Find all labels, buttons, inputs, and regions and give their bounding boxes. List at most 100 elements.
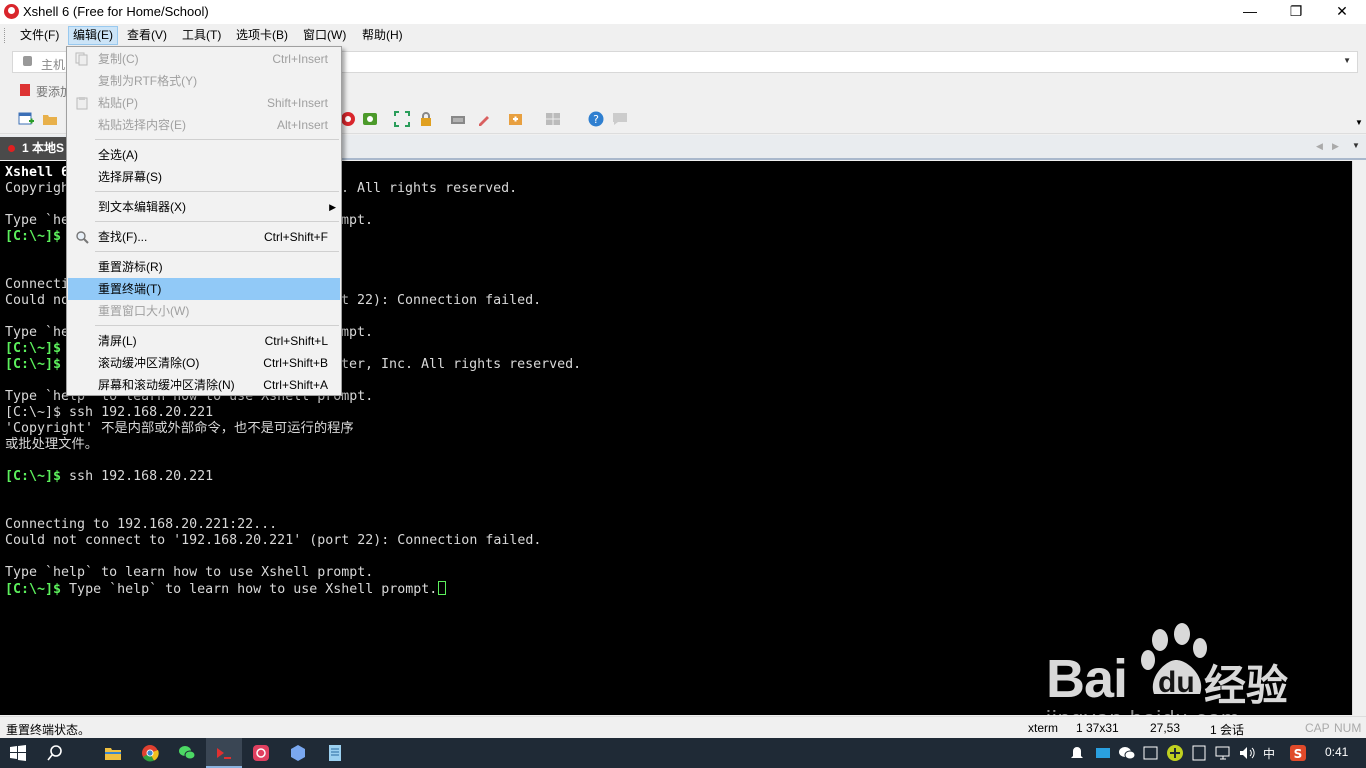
status-message: 重置终端状态。 [6,723,91,737]
terminal-cursor [438,581,447,595]
close-button[interactable]: ✕ [1319,0,1365,24]
menu-item-clear-screen[interactable]: 清屏(L) Ctrl+Shift+L [68,330,340,352]
menu-tools[interactable]: 工具(T) [178,26,225,45]
lock-session-icon[interactable] [418,111,434,127]
tray-device-icon[interactable] [1190,744,1208,762]
status-size: 1 37x31 [1076,721,1119,735]
terminal-scrollbar[interactable] [1352,161,1366,715]
status-position: 27,53 [1150,721,1181,735]
terminal-line: 或批处理文件。 [5,437,99,452]
status-caps: CAP [1305,721,1330,735]
tray-window-icon[interactable] [1142,744,1160,762]
windows-start-icon[interactable] [9,744,27,762]
notepad-icon[interactable] [326,744,344,762]
menu-view[interactable]: 查看(V) [123,26,171,45]
terminal-line: mpt. [341,213,374,228]
menu-item-select-all[interactable]: 全选(A) [68,144,340,166]
terminal-line: Connecting to 192.168.20.221:22... [5,517,278,532]
menu-edit[interactable]: 编辑(E) [68,26,118,45]
maximize-button[interactable]: ❐ [1273,0,1319,24]
fullscreen-icon[interactable] [394,111,410,127]
app-icon[interactable] [289,744,307,762]
menu-item-label: 滚动缓冲区清除(O) [98,356,200,370]
tray-wechat-icon[interactable] [1118,744,1136,762]
toolbar-overflow-icon[interactable]: ▼ [1355,118,1363,127]
menu-item-reset-cursor[interactable]: 重置游标(R) [68,256,340,278]
xftp-icon[interactable] [340,111,356,127]
tab-prev-icon[interactable]: ◀ [1316,141,1323,152]
paste-icon [76,97,88,110]
xftp-taskbar-icon[interactable] [252,744,270,762]
title-bar: Xshell 6 (Free for Home/School) — ❐ ✕ [0,0,1366,24]
keyboard-icon[interactable] [450,111,466,127]
terminal-line: [C:\~]$ [5,229,61,245]
menu-item-shortcut: Ctrl+Shift+A [263,378,328,392]
menu-item-clear-screen-and-scrollback[interactable]: 屏幕和滚动缓冲区清除(N) Ctrl+Shift+A [68,374,340,396]
terminal-line: Type `he [5,325,70,340]
notification-bell-icon[interactable] [1070,744,1084,762]
menu-item-reset-terminal[interactable]: 重置终端(T) [68,278,340,300]
help-icon[interactable]: ? [588,111,604,127]
menu-help[interactable]: 帮助(H) [358,26,407,45]
terminal-prompt: [C:\~]$ [5,341,62,356]
menu-item-select-screen[interactable]: 选择屏幕(S) [68,166,340,188]
find-icon [76,231,89,244]
transfer-icon[interactable] [508,111,524,127]
menu-item-shortcut: Ctrl+Shift+F [263,230,328,244]
taskbar-clock: 0:41 [1325,745,1349,759]
menu-bar: 文件(F) 编辑(E) 查看(V) 工具(T) 选项卡(B) 窗口(W) 帮助(… [0,24,1366,47]
network-icon[interactable] [1214,744,1232,762]
menu-item-copy[interactable]: 复制(C) Ctrl+Insert [68,48,340,70]
chrome-icon[interactable] [141,744,159,762]
tab-next-icon[interactable]: ▶ [1332,141,1339,152]
menu-item-label: 选择屏幕(S) [98,170,162,184]
menu-item-shortcut: Ctrl+Shift+L [264,334,328,348]
new-session-icon[interactable] [18,111,34,127]
terminal-prompt: [C:\~]$ [5,469,62,484]
terminal-prompt: [C:\~]$ [5,229,62,244]
taskbar: 中 S 0:41 [0,738,1366,768]
terminal-line: t 22): Connection failed. [341,293,542,308]
xshell-taskbar-icon[interactable] [215,744,233,762]
menu-item-paste[interactable]: 粘贴(P) Shift+Insert [68,92,340,114]
minimize-button[interactable]: — [1227,0,1273,24]
menu-item-to-text-editor[interactable]: 到文本编辑器(X) ▶ [68,196,340,218]
submenu-arrow-icon: ▶ [329,202,336,212]
highlight-icon[interactable] [476,111,492,127]
menu-item-reset-window-size[interactable]: 重置窗口大小(W) [68,300,340,322]
menu-separator [95,325,339,326]
window-title: Xshell 6 (Free for Home/School) [23,4,209,19]
open-folder-icon[interactable] [42,111,58,127]
menu-item-find[interactable]: 查找(F)... Ctrl+Shift+F [68,226,340,248]
layout-icon[interactable] [545,111,561,127]
menu-item-copy-rtf[interactable]: 复制为RTF格式(Y) [68,70,340,92]
terminal-command: ssh 192.168.20.221 [61,469,214,484]
menu-item-clear-scrollback[interactable]: 滚动缓冲区清除(O) Ctrl+Shift+B [68,352,340,374]
file-explorer-icon[interactable] [104,744,122,762]
menu-item-paste-selection[interactable]: 粘贴选择内容(E) Alt+Insert [68,114,340,136]
terminal-line: [C:\~]$ [5,357,61,373]
menu-file[interactable]: 文件(F) [16,26,63,45]
wechat-icon[interactable] [178,744,196,762]
bookmark-icon [20,84,30,96]
terminal-line: mpt. [341,325,374,340]
menu-item-label: 到文本编辑器(X) [98,200,186,214]
terminal-line: [C:\~]$ Type `help` to learn how to use … [5,581,447,597]
tray-app-icon[interactable] [1094,744,1112,762]
chat-icon[interactable] [612,111,628,127]
menu-separator [95,221,339,222]
terminal-line: [C:\~]$ ssh 192.168.20.221 [5,405,214,420]
tray-plus-icon[interactable] [1166,744,1184,762]
menu-window[interactable]: 窗口(W) [299,26,350,45]
menu-tabs[interactable]: 选项卡(B) [232,26,292,45]
tab-list-icon[interactable]: ▼ [1352,141,1360,150]
xmanager-icon[interactable] [362,111,378,127]
sogou-ime-icon[interactable]: S [1289,744,1307,762]
status-sessions: 1 会话 [1210,723,1245,737]
address-dropdown-icon[interactable]: ▼ [1343,56,1351,65]
search-icon[interactable] [46,744,64,762]
volume-icon[interactable] [1238,744,1256,762]
menu-item-shortcut: Shift+Insert [266,96,328,110]
menu-item-label: 粘贴选择内容(E) [98,118,186,132]
ime-indicator[interactable]: 中 [1263,745,1275,762]
